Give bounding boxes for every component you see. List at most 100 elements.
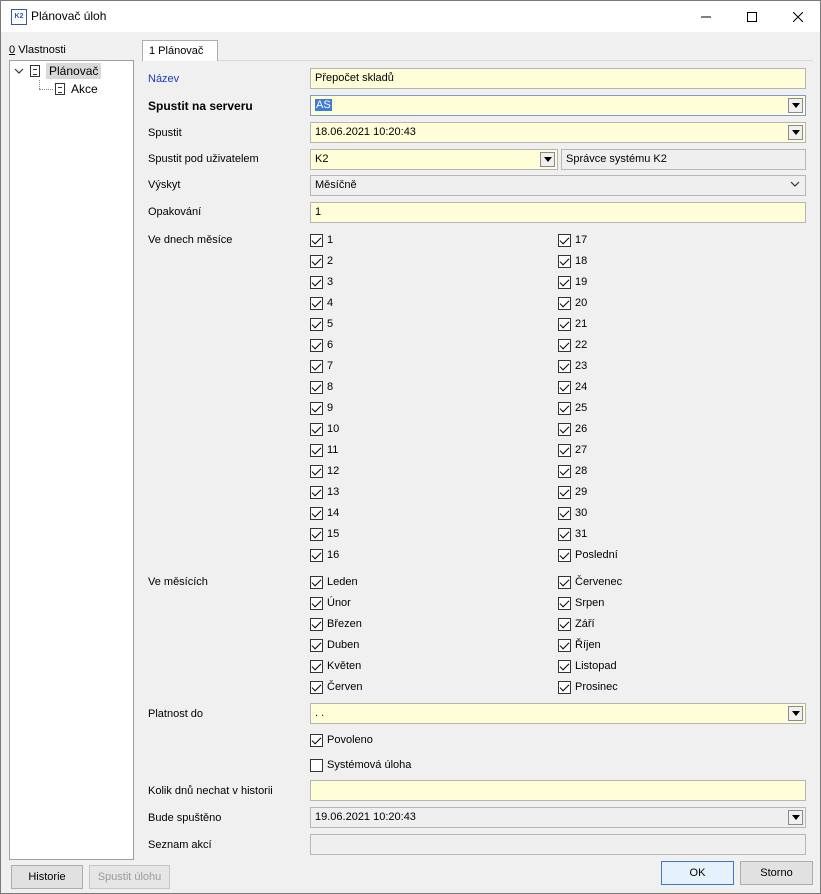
historie-button[interactable]: Historie <box>11 865 83 889</box>
day-checkbox[interactable]: 21 <box>558 317 587 331</box>
checkbox-box[interactable] <box>310 317 323 331</box>
chevron-down-icon[interactable] <box>14 66 24 76</box>
day-checkbox[interactable]: 19 <box>558 275 587 289</box>
checkbox-box[interactable] <box>310 733 323 747</box>
day-checkbox[interactable]: 17 <box>558 233 587 247</box>
tree-item-planovac[interactable]: Plánovač <box>14 62 102 80</box>
day-checkbox[interactable]: 30 <box>558 506 587 520</box>
checkbox-box[interactable] <box>310 659 323 673</box>
day-checkbox[interactable]: 13 <box>310 485 339 499</box>
month-checkbox[interactable]: Duben <box>310 638 359 652</box>
checkbox-box[interactable] <box>310 485 323 499</box>
checkbox-box[interactable] <box>558 680 571 694</box>
checkbox-box[interactable] <box>558 422 571 436</box>
tab-planovac[interactable]: 1 Plánovač <box>142 40 218 61</box>
checkbox-box[interactable] <box>310 464 323 478</box>
checkbox-box[interactable] <box>310 401 323 415</box>
checkbox-box[interactable] <box>310 506 323 520</box>
checkbox-box[interactable] <box>310 233 323 247</box>
day-checkbox[interactable]: 20 <box>558 296 587 310</box>
day-checkbox[interactable]: 12 <box>310 464 339 478</box>
checkbox-box[interactable] <box>558 485 571 499</box>
checkbox-box[interactable] <box>558 443 571 457</box>
uzivatel-select[interactable]: K2 <box>310 149 558 170</box>
day-checkbox[interactable]: 4 <box>310 296 333 310</box>
day-checkbox[interactable]: 16 <box>310 548 339 562</box>
day-checkbox[interactable]: 31 <box>558 527 587 541</box>
close-button[interactable] <box>775 1 821 32</box>
month-checkbox[interactable]: Červenec <box>558 575 622 589</box>
month-checkbox[interactable]: Září <box>558 617 595 631</box>
checkbox-box[interactable] <box>558 380 571 394</box>
vyskyt-select[interactable]: Měsíčně <box>310 175 806 196</box>
checkbox-box[interactable] <box>558 233 571 247</box>
checkbox-box[interactable] <box>310 275 323 289</box>
checkbox-box[interactable] <box>558 464 571 478</box>
checkbox-box[interactable] <box>558 506 571 520</box>
month-checkbox[interactable]: Březen <box>310 617 362 631</box>
checkbox-box[interactable] <box>558 596 571 610</box>
checkbox-box[interactable] <box>558 617 571 631</box>
month-checkbox[interactable]: Leden <box>310 575 358 589</box>
day-checkbox[interactable]: 5 <box>310 317 333 331</box>
povoleno-checkbox[interactable]: Povoleno <box>310 733 373 747</box>
day-checkbox[interactable]: 7 <box>310 359 333 373</box>
month-checkbox[interactable]: Listopad <box>558 659 617 673</box>
day-checkbox[interactable]: 6 <box>310 338 333 352</box>
checkbox-box[interactable] <box>558 338 571 352</box>
checkbox-box[interactable] <box>310 296 323 310</box>
day-checkbox[interactable]: 3 <box>310 275 333 289</box>
ok-button[interactable]: OK <box>661 861 734 885</box>
day-checkbox[interactable]: 28 <box>558 464 587 478</box>
day-checkbox[interactable]: 26 <box>558 422 587 436</box>
opakovani-input[interactable]: 1 <box>310 202 806 223</box>
checkbox-box[interactable] <box>310 254 323 268</box>
checkbox-box[interactable] <box>310 638 323 652</box>
checkbox-box[interactable] <box>558 659 571 673</box>
checkbox-box[interactable] <box>558 254 571 268</box>
dropdown-arrow-icon[interactable] <box>788 125 803 140</box>
month-checkbox[interactable]: Únor <box>310 596 351 610</box>
minimize-button[interactable] <box>683 1 729 32</box>
checkbox-box[interactable] <box>310 680 323 694</box>
checkbox-box[interactable] <box>558 317 571 331</box>
checkbox-box[interactable] <box>310 359 323 373</box>
spustit-datetime[interactable]: 18.06.2021 10:20:43 <box>310 122 806 143</box>
day-checkbox[interactable]: 27 <box>558 443 587 457</box>
day-checkbox[interactable]: 11 <box>310 443 338 457</box>
nazev-input[interactable]: Přepočet skladů <box>310 68 806 89</box>
checkbox-box[interactable] <box>558 575 571 589</box>
checkbox-box[interactable] <box>310 617 323 631</box>
checkbox-box[interactable] <box>558 401 571 415</box>
server-select[interactable]: AS <box>310 95 806 116</box>
day-checkbox[interactable]: 29 <box>558 485 587 499</box>
checkbox-box[interactable] <box>558 548 571 562</box>
checkbox-box[interactable] <box>310 596 323 610</box>
checkbox-box[interactable] <box>558 359 571 373</box>
day-checkbox[interactable]: 22 <box>558 338 587 352</box>
day-checkbox[interactable]: 15 <box>310 527 339 541</box>
platnost-date[interactable]: . . <box>310 703 806 724</box>
historie-dnu-input[interactable] <box>310 780 806 801</box>
checkbox-box[interactable] <box>310 338 323 352</box>
day-checkbox[interactable]: 10 <box>310 422 339 436</box>
checkbox-box[interactable] <box>310 575 323 589</box>
day-checkbox[interactable]: 25 <box>558 401 587 415</box>
day-checkbox[interactable]: 18 <box>558 254 587 268</box>
month-checkbox[interactable]: Květen <box>310 659 361 673</box>
checkbox-box[interactable] <box>310 527 323 541</box>
chevron-down-icon[interactable] <box>790 180 800 188</box>
maximize-button[interactable] <box>729 1 775 32</box>
checkbox-box[interactable] <box>558 275 571 289</box>
month-checkbox[interactable]: Srpen <box>558 596 604 610</box>
month-checkbox[interactable]: Prosinec <box>558 680 618 694</box>
day-checkbox[interactable]: 1 <box>310 233 333 247</box>
tree-item-akce[interactable]: Akce <box>55 80 98 98</box>
day-checkbox[interactable]: 14 <box>310 506 339 520</box>
day-checkbox[interactable]: Poslední <box>558 548 618 562</box>
checkbox-box[interactable] <box>558 296 571 310</box>
checkbox-box[interactable] <box>310 443 323 457</box>
checkbox-box[interactable] <box>558 527 571 541</box>
checkbox-box[interactable] <box>558 638 571 652</box>
checkbox-box[interactable] <box>310 380 323 394</box>
